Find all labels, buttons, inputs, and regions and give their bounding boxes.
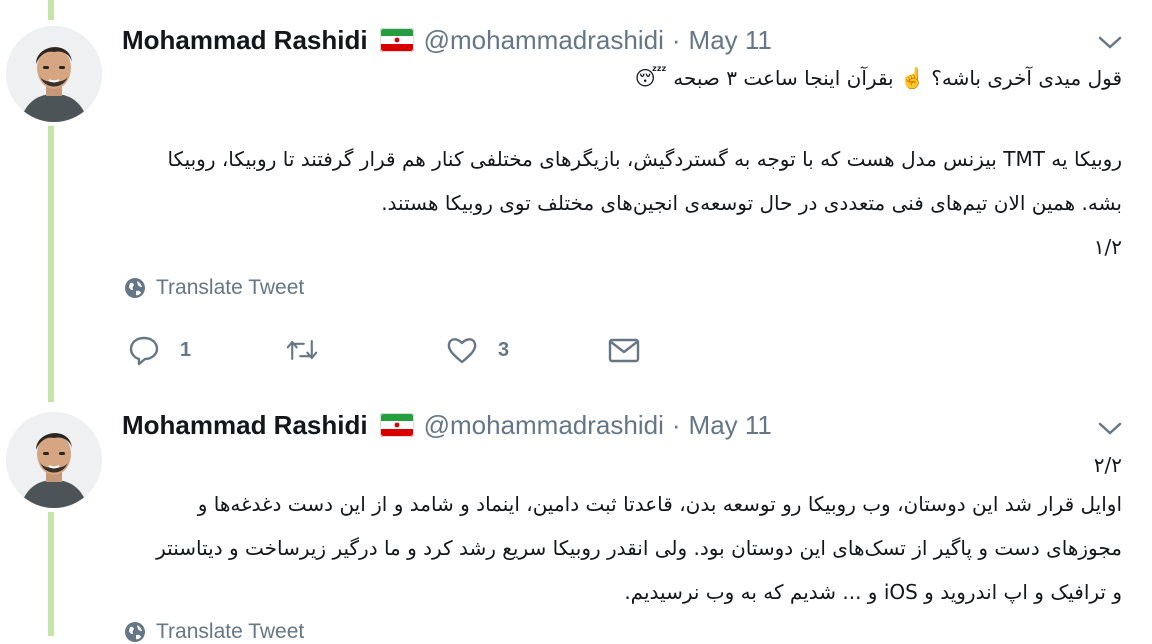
tweet-text-block: روبیکا یه TMT بیزنس مدل هست که با توجه ب…	[150, 137, 1122, 269]
translate-label: Translate Tweet	[156, 276, 305, 299]
chevron-down-icon[interactable]	[1096, 418, 1124, 438]
translate-tweet-link[interactable]: Translate Tweet	[124, 620, 304, 644]
tweet-header: Mohammad Rashidi @mohammadrashidi · May …	[122, 20, 772, 60]
like-button[interactable]: 3	[446, 334, 509, 366]
author-name[interactable]: Mohammad Rashidi	[122, 410, 368, 441]
globe-icon	[125, 278, 145, 298]
tweet-date[interactable]: May 11	[689, 410, 772, 441]
iran-flag-icon	[379, 28, 414, 52]
tweet-actions: 1 3	[128, 334, 648, 370]
globe-icon	[125, 622, 145, 642]
translate-tweet-link[interactable]: Translate Tweet	[124, 276, 304, 300]
reply-icon	[129, 336, 159, 366]
thread-page-indicator: ۱/۲	[1093, 235, 1122, 259]
iran-flag-icon	[379, 413, 414, 437]
tweet-header: Mohammad Rashidi @mohammadrashidi · May …	[122, 405, 772, 445]
author-handle[interactable]: @mohammadrashidi	[424, 25, 664, 56]
avatar[interactable]	[6, 412, 102, 508]
thread-page-indicator: ۲/۲	[1093, 453, 1122, 477]
reply-button[interactable]: 1	[128, 334, 191, 366]
tweet-date[interactable]: May 11	[689, 25, 772, 56]
separator: ·	[671, 24, 681, 55]
tweet[interactable]: Mohammad Rashidi @mohammadrashidi · May …	[0, 400, 1152, 643]
tweet-text: روبیکا یه TMT بیزنس مدل هست که با توجه ب…	[167, 147, 1122, 215]
translate-label: Translate Tweet	[156, 620, 305, 643]
tweet-text-line: قول میدی آخری باشه؟ ☝️ بقرآن اینجا ساعت …	[150, 56, 1122, 100]
author-handle[interactable]: @mohammadrashidi	[424, 410, 664, 441]
heart-icon	[447, 338, 477, 364]
envelope-icon	[608, 338, 640, 363]
tweet-text: قول میدی آخری باشه؟ ☝️ بقرآن اینجا ساعت …	[634, 66, 1122, 90]
tweet-text-block: ۲/۲ اوایل قرار شد این دوستان، وب روبیکا …	[150, 448, 1122, 614]
separator: ·	[671, 409, 681, 440]
tweet[interactable]: Mohammad Rashidi @mohammadrashidi · May …	[0, 0, 1152, 400]
reply-count: 1	[180, 338, 192, 361]
direct-message-button[interactable]	[608, 334, 640, 366]
retweet-icon	[286, 340, 318, 360]
avatar[interactable]	[6, 26, 102, 122]
chevron-down-icon[interactable]	[1096, 32, 1124, 52]
retweet-button[interactable]	[286, 334, 318, 366]
author-name[interactable]: Mohammad Rashidi	[122, 25, 368, 56]
tweet-text: اوایل قرار شد این دوستان، وب روبیکا رو ت…	[156, 492, 1122, 604]
like-count: 3	[498, 338, 510, 361]
